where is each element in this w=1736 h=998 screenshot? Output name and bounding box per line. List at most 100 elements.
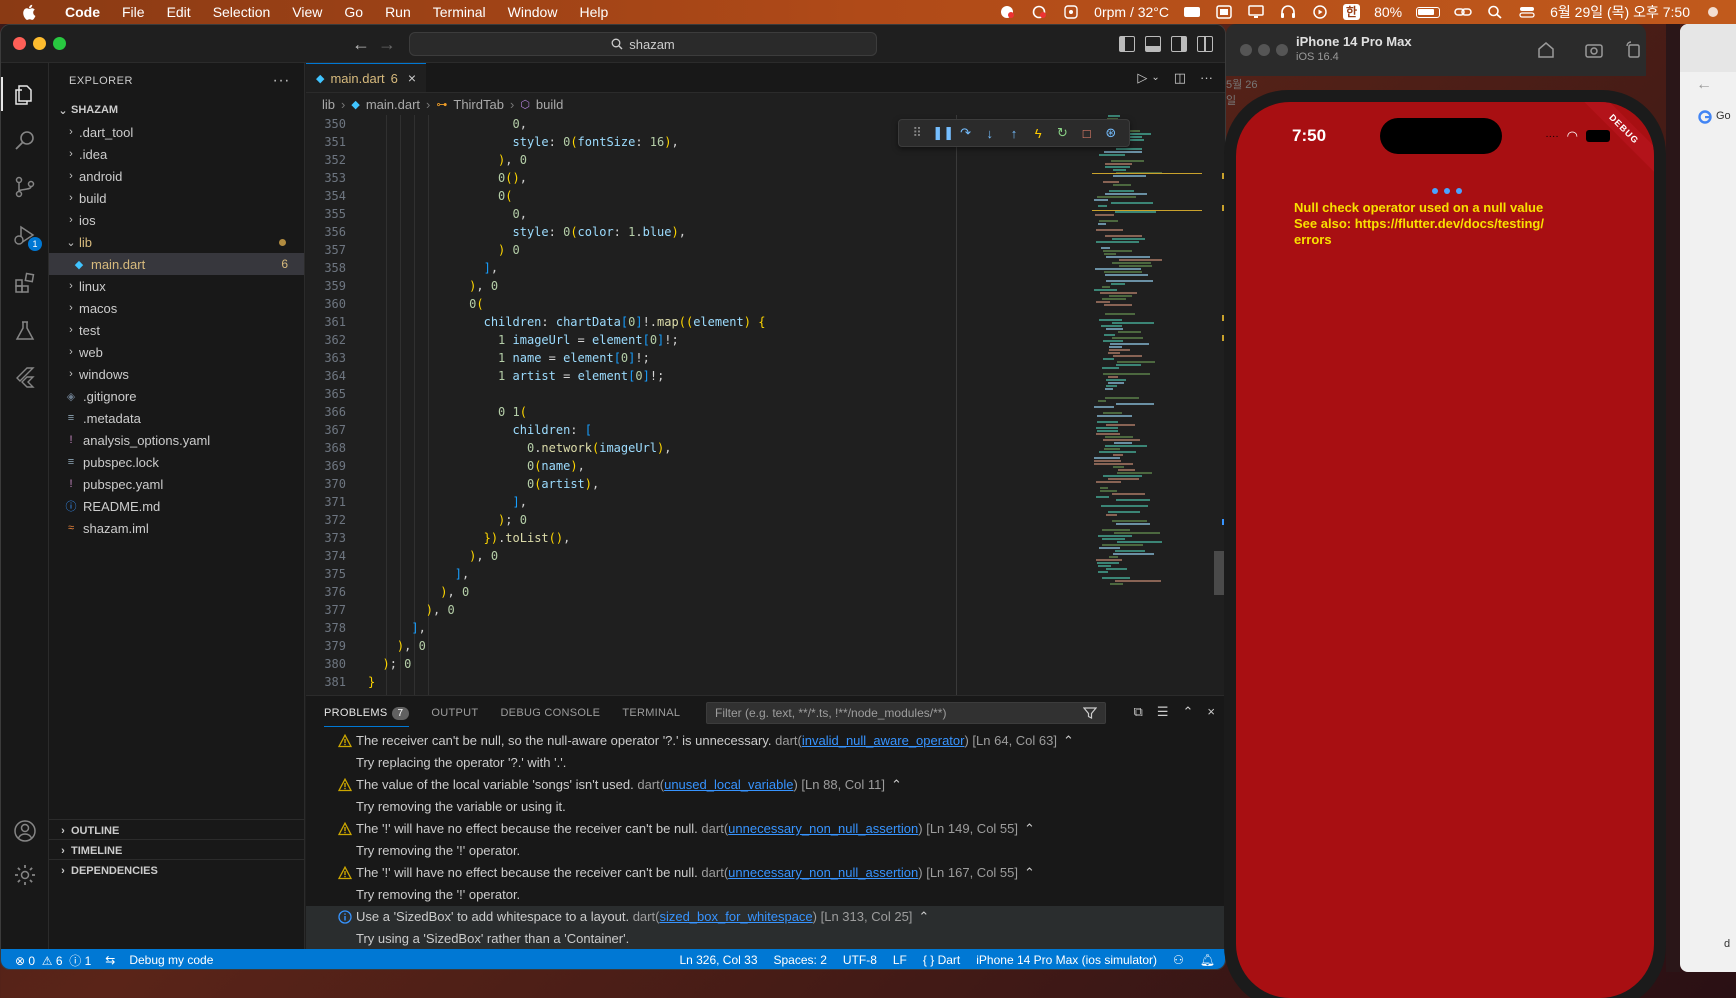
menu-run[interactable]: Run: [374, 0, 422, 24]
battery-icon[interactable]: [1416, 6, 1441, 18]
collapse-all-icon[interactable]: ⧉: [1134, 704, 1143, 720]
toggle-primary-sidebar-icon[interactable]: [1119, 36, 1135, 52]
device-selector[interactable]: iPhone 14 Pro Max (ios simulator): [976, 953, 1157, 967]
back-arrow-icon[interactable]: ←: [1696, 76, 1712, 94]
minimap-viewport[interactable]: [1092, 173, 1202, 211]
folder-lib[interactable]: ⌄ lib: [49, 231, 304, 253]
problem-hint[interactable]: Try removing the '!' operator.: [306, 884, 1225, 906]
browser-window-edge[interactable]: ← Go d: [1680, 24, 1736, 972]
toggle-panel-icon[interactable]: [1145, 36, 1161, 52]
battery-percent[interactable]: 80%: [1374, 4, 1402, 20]
code-line[interactable]: [368, 385, 958, 403]
problem-item[interactable]: The receiver can't be null, so the null-…: [306, 730, 1225, 752]
menu-terminal[interactable]: Terminal: [422, 0, 497, 24]
window-close-button[interactable]: [13, 37, 26, 50]
run-file-icon[interactable]: ▷: [1137, 70, 1147, 86]
folder-build[interactable]: › build: [49, 187, 304, 209]
spotlight-search-icon[interactable]: [1486, 5, 1504, 19]
hot-reload-icon[interactable]: ϟ: [1029, 126, 1047, 141]
problem-code-link[interactable]: unnecessary_non_null_assertion: [728, 821, 918, 836]
problem-hint[interactable]: Try using a 'SizedBox' rather than a 'Co…: [306, 928, 1225, 950]
problem-hint[interactable]: Try removing the '!' operator.: [306, 840, 1225, 862]
code-line[interactable]: 0(),: [368, 169, 958, 187]
folder-web[interactable]: › web: [49, 341, 304, 363]
chevron-up-icon[interactable]: ⌃: [1024, 865, 1035, 880]
apple-menu-icon[interactable]: [18, 4, 40, 20]
source-control-icon[interactable]: [13, 175, 37, 199]
filter-icon[interactable]: [1083, 706, 1097, 720]
code-line[interactable]: 1 imageUrl = element[0]!;: [368, 331, 958, 349]
link-icon[interactable]: [1454, 5, 1472, 19]
problem-code-link[interactable]: sized_box_for_whitespace: [659, 909, 812, 924]
code-line[interactable]: 0(artist),: [368, 475, 958, 493]
search-icon[interactable]: [13, 129, 37, 153]
headphones-icon[interactable]: [1279, 5, 1297, 19]
breadcrumb-class[interactable]: ThirdTab: [453, 97, 504, 112]
weather-status[interactable]: 0rpm / 32°C: [1094, 4, 1169, 20]
chevron-up-icon[interactable]: ⌃: [1024, 821, 1035, 836]
code-line[interactable]: 0.network(imageUrl),: [368, 439, 958, 457]
code-editor[interactable]: 350 351 352 353 354 355 356 357 358 359 360 361 362 3…: [306, 115, 1225, 695]
folder-windows[interactable]: › windows: [49, 363, 304, 385]
toggle-secondary-sidebar-icon[interactable]: [1171, 36, 1187, 52]
step-out-icon[interactable]: ↑: [1005, 126, 1023, 141]
code-line[interactable]: 0,: [368, 205, 958, 223]
sim-close-button[interactable]: [1240, 44, 1252, 56]
creative-cloud-icon[interactable]: [998, 5, 1016, 19]
more-actions-icon[interactable]: ···: [273, 72, 290, 90]
file-analysis-options-yaml[interactable]: ! analysis_options.yaml: [49, 429, 304, 451]
code-line[interactable]: 0(: [368, 295, 958, 313]
breadcrumb-method[interactable]: build: [536, 97, 563, 112]
code-line[interactable]: ],: [368, 493, 958, 511]
minimap[interactable]: [1092, 115, 1202, 695]
folder-macos[interactable]: › macos: [49, 297, 304, 319]
close-panel-icon[interactable]: ×: [1207, 704, 1215, 720]
back-arrow-icon[interactable]: ←: [351, 34, 371, 54]
window-zoom-button[interactable]: [53, 37, 66, 50]
folder-linux[interactable]: › linux: [49, 275, 304, 297]
forward-arrow-icon[interactable]: →: [377, 34, 397, 54]
code-line[interactable]: 1 artist = element[0]!;: [368, 367, 958, 385]
split-editor-icon[interactable]: ◫: [1174, 70, 1186, 86]
file-metadata[interactable]: ≡ .metadata: [49, 407, 304, 429]
code-line[interactable]: style: 0(fontSize: 16),: [368, 133, 958, 151]
home-icon[interactable]: [1536, 40, 1556, 60]
problem-item[interactable]: The '!' will have no effect because the …: [306, 862, 1225, 884]
sim-zoom-button[interactable]: [1276, 44, 1288, 56]
file-pubspec-yaml[interactable]: ! pubspec.yaml: [49, 473, 304, 495]
restart-icon[interactable]: ↻: [1053, 125, 1071, 141]
problems-status[interactable]: ⊗ 0 ⚠ 6 ⓘ 1: [15, 952, 91, 969]
problem-item[interactable]: The value of the local variable 'songs' …: [306, 774, 1225, 796]
file-main-dart[interactable]: ◆ main.dart 6: [49, 253, 304, 275]
menubar-clock[interactable]: 6월 29일 (목) 오후 7:50: [1550, 2, 1690, 22]
menu-go[interactable]: Go: [333, 0, 374, 24]
menu-view[interactable]: View: [281, 0, 333, 24]
code-line[interactable]: ],: [368, 619, 958, 637]
run-debug-icon[interactable]: 1: [13, 223, 42, 251]
menu-window[interactable]: Window: [497, 0, 569, 24]
tab-debug-console[interactable]: DEBUG CONSOLE: [500, 707, 600, 719]
chevron-up-icon[interactable]: ⌃: [918, 909, 929, 924]
window-minimize-button[interactable]: [33, 37, 46, 50]
problem-code-link[interactable]: unused_local_variable: [664, 777, 793, 792]
devtools-icon[interactable]: ⊛: [1102, 125, 1120, 141]
code-line[interactable]: 0,: [368, 115, 958, 133]
folder-idea[interactable]: › .idea: [49, 143, 304, 165]
code-line[interactable]: 0(: [368, 187, 958, 205]
chevron-down-icon[interactable]: ⌄: [1151, 72, 1159, 83]
stop-icon[interactable]: □: [1078, 126, 1096, 141]
problems-filter-input[interactable]: Filter (e.g. text, **/*.ts, !**/node_mod…: [706, 702, 1106, 724]
file-shazam-iml[interactable]: ≈ shazam.iml: [49, 517, 304, 539]
encoding-status[interactable]: UTF-8: [843, 953, 877, 967]
code-line[interactable]: 1 name = element[0]!;: [368, 349, 958, 367]
folder-test[interactable]: › test: [49, 319, 304, 341]
flutter-icon[interactable]: [13, 365, 37, 389]
window-icon[interactable]: [1215, 5, 1233, 19]
code-line[interactable]: ) 0: [368, 241, 958, 259]
menu-help[interactable]: Help: [568, 0, 619, 24]
command-center-search[interactable]: shazam: [409, 32, 877, 56]
cursor-position[interactable]: Ln 326, Col 33: [679, 953, 757, 967]
sim-minimize-button[interactable]: [1258, 44, 1270, 56]
tab-terminal[interactable]: TERMINAL: [622, 707, 680, 719]
explorer-icon[interactable]: [13, 83, 37, 107]
